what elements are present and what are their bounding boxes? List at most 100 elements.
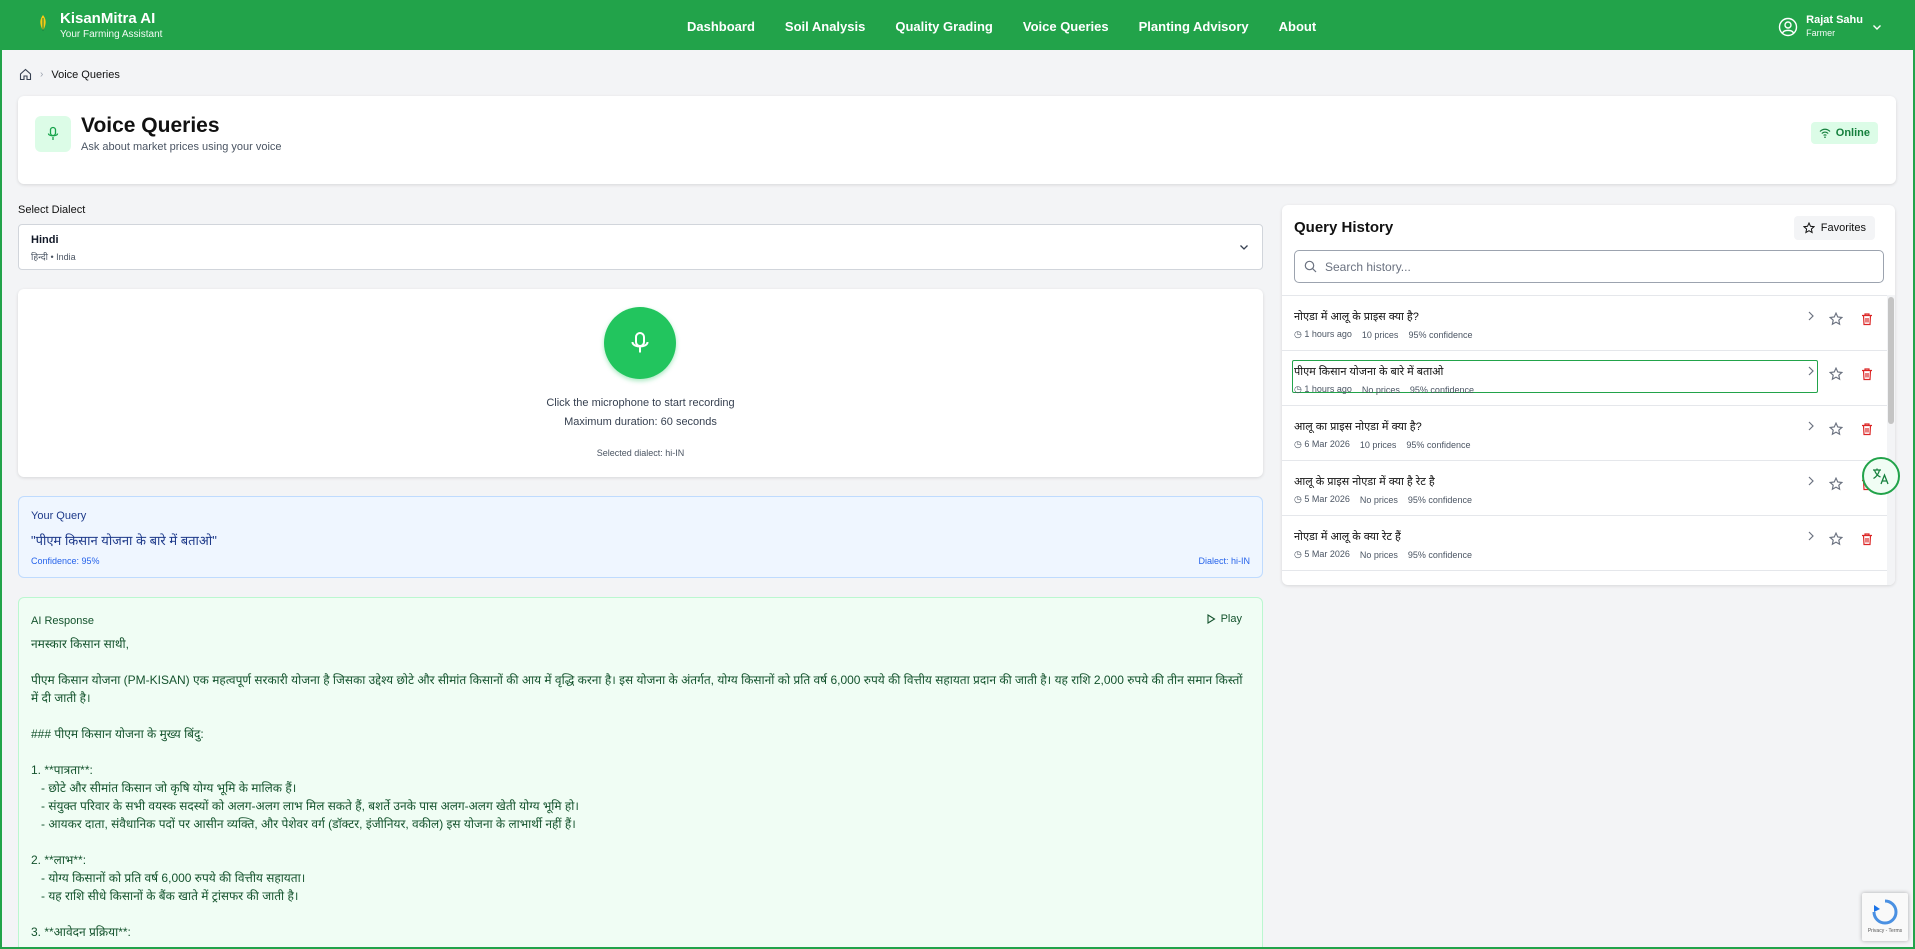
- history-item-confidence: 95% confidence: [1409, 384, 1474, 395]
- star-icon[interactable]: [1829, 367, 1843, 381]
- history-item-query: नोएडा में आलू के क्या रेट हैं: [1294, 531, 1401, 543]
- home-icon[interactable]: [19, 68, 32, 81]
- nav-quality-grading[interactable]: Quality Grading: [895, 19, 993, 34]
- recaptcha-badge[interactable]: Privacy - Terms: [1862, 893, 1908, 941]
- chevron-right-icon[interactable]: [1805, 420, 1817, 432]
- nav-voice-queries[interactable]: Voice Queries: [1023, 19, 1109, 34]
- header-icon-box: [35, 116, 71, 152]
- history-search: [1294, 250, 1884, 283]
- history-item-query: आलू के प्राइस नोएडा में क्या है रेट है: [1294, 476, 1435, 488]
- play-label: Play: [1220, 613, 1242, 625]
- record-button[interactable]: [604, 307, 676, 379]
- history-item-confidence: 95% confidence: [1406, 439, 1471, 450]
- status-badge: Online: [1810, 122, 1878, 144]
- history-item[interactable]: नोएडा में आलू के प्राइस क्या है? ◷ 1 hou…: [1282, 296, 1895, 351]
- search-icon: [1304, 260, 1317, 273]
- user-name: Rajat Sahu: [1806, 14, 1863, 26]
- chevron-right-icon[interactable]: [1805, 310, 1817, 322]
- user-circle-icon: [1778, 17, 1798, 36]
- star-icon: [1802, 222, 1815, 234]
- play-button[interactable]: Play: [1206, 613, 1242, 625]
- history-list: नोएडा में आलू के प्राइस क्या है? ◷ 1 hou…: [1282, 295, 1895, 585]
- page-title: Voice Queries: [81, 114, 220, 137]
- breadcrumb: › Voice Queries: [19, 68, 120, 81]
- page-header: Voice Queries Ask about market prices us…: [18, 96, 1896, 184]
- trash-icon[interactable]: [1860, 312, 1874, 326]
- history-item[interactable]: पीएम किसान योजना के बारे में बताओ ◷ 1 ho…: [1282, 351, 1895, 406]
- query-card: Your Query "पीएम किसान योजना के बारे में…: [18, 496, 1263, 578]
- history-item-confidence: 95% confidence: [1407, 494, 1472, 505]
- breadcrumb-current: Voice Queries: [51, 68, 120, 81]
- history-item-confidence: 95% confidence: [1408, 329, 1473, 340]
- response-label: AI Response: [31, 615, 94, 627]
- clock-icon: ◷ 5 Mar 2026: [1294, 494, 1350, 504]
- chevron-down-icon: [1240, 245, 1248, 250]
- history-item-query: पीएम किसान योजना के बारे में बताओ: [1294, 366, 1444, 378]
- history-scrollbar-thumb[interactable]: [1888, 297, 1894, 424]
- clock-icon: ◷ 1 hours ago: [1294, 329, 1352, 339]
- trash-icon[interactable]: [1860, 367, 1874, 381]
- chevron-right-icon[interactable]: [1805, 475, 1817, 487]
- favorites-button[interactable]: Favorites: [1793, 216, 1875, 240]
- nav-planting-advisory[interactable]: Planting Advisory: [1139, 19, 1249, 34]
- translate-button[interactable]: [1862, 457, 1900, 495]
- history-item[interactable]: नोएडा में आलू के क्या रेट हैं ◷ 5 Mar 20…: [1282, 516, 1895, 571]
- history-item-prices: No prices: [1361, 384, 1400, 395]
- top-navbar: KisanMitra AI Your Farming Assistant Das…: [2, 2, 1913, 50]
- chevron-right-icon: ›: [40, 69, 44, 80]
- nav-soil-analysis[interactable]: Soil Analysis: [785, 19, 865, 34]
- history-item[interactable]: आलू के प्राइस नोएडा में क्या है रेट है ◷…: [1282, 461, 1895, 516]
- wifi-icon: [1819, 128, 1831, 138]
- star-icon[interactable]: [1829, 477, 1843, 491]
- history-search-input[interactable]: [1325, 257, 1865, 277]
- user-menu[interactable]: Rajat Sahu Farmer: [1778, 14, 1883, 39]
- trash-icon[interactable]: [1860, 422, 1874, 436]
- history-item-meta: ◷ 5 Mar 2026 No prices 95% confidence: [1294, 549, 1472, 560]
- main-nav: Dashboard Soil Analysis Quality Grading …: [687, 2, 1346, 50]
- star-icon[interactable]: [1829, 312, 1843, 326]
- chevron-right-icon[interactable]: [1805, 365, 1817, 377]
- microphone-icon: [47, 126, 59, 140]
- brand-title: KisanMitra AI: [60, 10, 156, 27]
- chevron-right-icon[interactable]: [1805, 530, 1817, 542]
- history-item-query: नोएडा में आलू के प्राइस क्या है?: [1294, 311, 1419, 323]
- query-confidence: Confidence: 95%: [31, 556, 100, 566]
- response-body: नमस्कार किसान साथी, पीएम किसान योजना (PM…: [31, 637, 1243, 939]
- favorites-label: Favorites: [1820, 222, 1866, 234]
- recaptcha-text: Privacy - Terms: [1867, 928, 1903, 934]
- recorder-card: Click the microphone to start recording …: [18, 289, 1263, 477]
- history-item-confidence: 95% confidence: [1407, 549, 1472, 560]
- dialect-label: Select Dialect: [18, 204, 86, 216]
- history-item-meta: ◷ 5 Mar 2026 No prices 95% confidence: [1294, 494, 1472, 505]
- star-icon[interactable]: [1829, 422, 1843, 436]
- query-text: "पीएम किसान योजना के बारे में बताओ": [31, 533, 217, 548]
- star-icon[interactable]: [1829, 532, 1843, 546]
- record-selected-dialect: Selected dialect: hi-IN: [596, 448, 685, 458]
- history-item-prices: No prices: [1359, 494, 1398, 505]
- brand[interactable]: KisanMitra AI Your Farming Assistant: [36, 10, 162, 42]
- history-item-meta: ◷ 6 Mar 2026 10 prices 95% confidence: [1294, 439, 1470, 450]
- history-item-meta: ◷ 1 hours ago 10 prices 95% confidence: [1294, 329, 1472, 340]
- clock-icon: ◷ 5 Mar 2026: [1294, 549, 1350, 559]
- record-max-duration: Maximum duration: 60 seconds: [564, 416, 717, 428]
- play-icon: [1207, 614, 1216, 624]
- recaptcha-icon: [1872, 899, 1898, 925]
- query-dialect: Dialect: hi-IN: [1198, 556, 1250, 566]
- history-panel: Query History Favorites नोएडा में आलू के…: [1282, 205, 1895, 585]
- history-title: Query History: [1294, 219, 1394, 236]
- user-role: Farmer: [1806, 28, 1836, 38]
- dialect-language: Hindi: [31, 234, 59, 246]
- trash-icon[interactable]: [1860, 532, 1874, 546]
- clock-icon: ◷ 6 Mar 2026: [1294, 439, 1350, 449]
- microphone-icon: [631, 332, 649, 353]
- clock-icon: ◷ 1 hours ago: [1294, 384, 1352, 394]
- page-subtitle: Ask about market prices using your voice: [81, 141, 282, 153]
- leaf-icon: [40, 15, 46, 31]
- nav-dashboard[interactable]: Dashboard: [687, 19, 755, 34]
- status-text: Online: [1835, 127, 1870, 139]
- history-item-meta: ◷ 1 hours ago No prices 95% confidence: [1294, 384, 1474, 395]
- history-item[interactable]: आलू का प्राइस नोएडा में क्या है? ◷ 6 Mar…: [1282, 406, 1895, 461]
- history-item-prices: 10 prices: [1361, 329, 1399, 340]
- nav-about[interactable]: About: [1279, 19, 1317, 34]
- dialect-select[interactable]: Hindi हिन्दी • India: [18, 224, 1263, 270]
